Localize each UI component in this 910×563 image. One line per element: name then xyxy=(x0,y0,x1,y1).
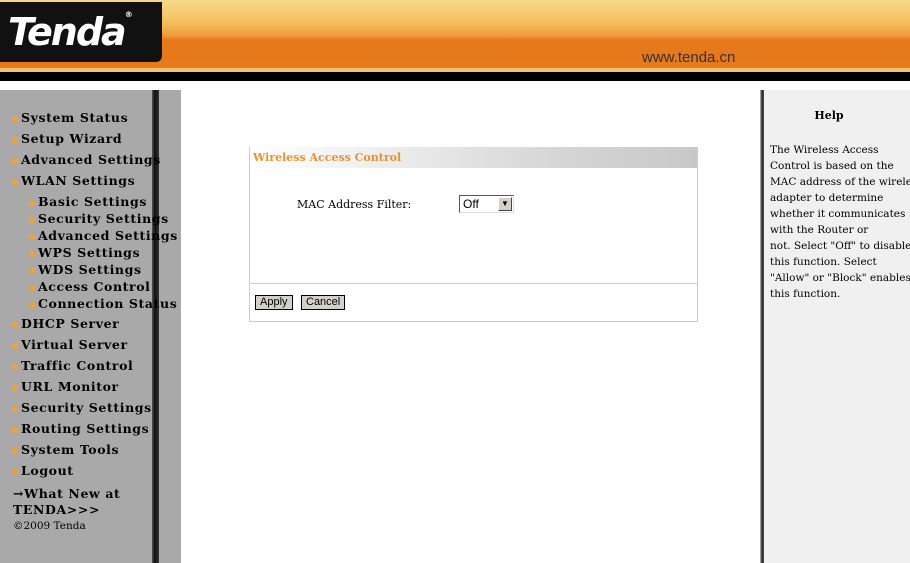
nav-label[interactable]: Connection Status xyxy=(38,296,177,311)
bullet-icon xyxy=(12,405,18,412)
panel-title: Wireless Access Control xyxy=(250,147,697,168)
bullet-icon xyxy=(12,363,18,370)
nav-label[interactable]: WDS Settings xyxy=(38,262,142,277)
nav-label[interactable]: WLAN Settings xyxy=(21,173,135,188)
bullet-icon xyxy=(29,250,35,257)
bullet-icon xyxy=(12,157,18,164)
sidebar-item-security-settings[interactable]: Security Settings xyxy=(12,400,152,415)
bullet-icon xyxy=(12,426,18,433)
website-url: www.tenda.cn xyxy=(642,49,736,66)
help-line: Control is based on the xyxy=(770,160,894,172)
bullet-icon xyxy=(29,233,35,240)
help-panel: Help The Wireless Access Control is based… xyxy=(764,90,910,563)
nav-label[interactable]: Security Settings xyxy=(21,400,152,415)
nav-label[interactable]: WPS Settings xyxy=(38,245,140,260)
sidebar-subitem-advanced-settings[interactable]: Advanced Settings xyxy=(29,228,178,243)
logo-text: Tenda xyxy=(8,10,127,54)
wireless-access-control-panel: Wireless Access Control MAC Address Filt… xyxy=(249,147,698,322)
bullet-icon xyxy=(12,384,18,391)
bullet-icon xyxy=(12,136,18,143)
sidebar-item-logout[interactable]: Logout xyxy=(12,463,74,478)
sidebar-subitem-basic-settings[interactable]: Basic Settings xyxy=(29,194,147,209)
help-line: this function. xyxy=(770,288,841,300)
help-line: with the Router or xyxy=(770,224,869,236)
apply-button[interactable]: Apply xyxy=(255,295,293,310)
mac-filter-value: Off xyxy=(463,197,479,211)
sidebar-gap xyxy=(159,90,181,563)
sidebar-item-traffic-control[interactable]: Traffic Control xyxy=(12,358,133,373)
bullet-icon xyxy=(29,301,35,308)
help-line: whether it communicates xyxy=(770,208,906,220)
mac-filter-label: MAC Address Filter: xyxy=(297,198,412,211)
sidebar-item-wlan-settings[interactable]: WLAN Settings xyxy=(12,173,135,188)
bullet-icon xyxy=(29,284,35,291)
bullet-icon xyxy=(12,468,18,475)
nav-label[interactable]: URL Monitor xyxy=(21,379,119,394)
what-new-link[interactable]: →What New at TENDA>>> xyxy=(13,486,120,518)
chevron-down-icon[interactable]: ▼ xyxy=(498,197,512,211)
sidebar-item-setup-wizard[interactable]: Setup Wizard xyxy=(12,131,122,146)
bullet-icon xyxy=(29,267,35,274)
nav-label[interactable]: Advanced Settings xyxy=(21,152,161,167)
header-divider xyxy=(0,72,910,81)
sidebar-subitem-wds-settings[interactable]: WDS Settings xyxy=(29,262,142,277)
nav-label[interactable]: Virtual Server xyxy=(21,337,128,352)
help-line: this function. Select xyxy=(770,256,877,268)
sidebar-item-dhcp-server[interactable]: DHCP Server xyxy=(12,316,119,331)
nav-label[interactable]: Logout xyxy=(21,463,74,478)
divider xyxy=(250,283,697,284)
sidebar-subitem-wps-settings[interactable]: WPS Settings xyxy=(29,245,140,260)
help-line: adapter to determine xyxy=(770,192,884,204)
cancel-button[interactable]: Cancel xyxy=(301,295,346,310)
copyright: ©2009 Tenda xyxy=(13,520,86,532)
bullet-icon xyxy=(12,321,18,328)
nav-label[interactable]: Setup Wizard xyxy=(21,131,122,146)
nav-label[interactable]: System Tools xyxy=(21,442,119,457)
nav-label[interactable]: Security Settings xyxy=(38,211,169,226)
sidebar-subitem-security-settings[interactable]: Security Settings xyxy=(29,211,169,226)
what-new-text[interactable]: →What New at xyxy=(13,486,120,502)
sidebar-item-system-status[interactable]: System Status xyxy=(12,110,128,125)
nav-label[interactable]: System Status xyxy=(21,110,128,125)
sidebar-subitem-connection-status[interactable]: Connection Status xyxy=(29,296,177,311)
sidebar-subitem-access-control[interactable]: Access Control xyxy=(29,279,151,294)
help-line: "Allow" or "Block" enables xyxy=(770,272,910,284)
mac-filter-select[interactable]: Off ▼ xyxy=(459,195,514,213)
nav-label[interactable]: Routing Settings xyxy=(21,421,149,436)
sidebar-item-virtual-server[interactable]: Virtual Server xyxy=(12,337,128,352)
bullet-icon xyxy=(12,447,18,454)
nav-label[interactable]: DHCP Server xyxy=(21,316,119,331)
help-line: The Wireless Access xyxy=(770,144,879,156)
bullet-icon xyxy=(12,342,18,349)
nav-label[interactable]: Traffic Control xyxy=(21,358,133,373)
what-new-text-2[interactable]: TENDA>>> xyxy=(13,502,120,518)
help-title: Help xyxy=(814,109,844,122)
bullet-icon xyxy=(29,199,35,206)
sidebar-item-routing-settings[interactable]: Routing Settings xyxy=(12,421,149,436)
bullet-icon xyxy=(12,115,18,122)
nav-label[interactable]: Advanced Settings xyxy=(38,228,178,243)
nav-label[interactable]: Access Control xyxy=(38,279,151,294)
tenda-logo: Tenda® xyxy=(0,2,162,62)
help-text: The Wireless Access Control is based on t… xyxy=(770,142,910,302)
bullet-icon xyxy=(12,178,18,185)
sidebar-item-advanced-settings[interactable]: Advanced Settings xyxy=(12,152,161,167)
header-banner: Tenda® www.tenda.cn xyxy=(0,0,910,72)
sidebar-item-url-monitor[interactable]: URL Monitor xyxy=(12,379,119,394)
help-line: MAC address of the wireless xyxy=(770,176,910,188)
sidebar-item-system-tools[interactable]: System Tools xyxy=(12,442,119,457)
bullet-icon xyxy=(29,216,35,223)
nav-label[interactable]: Basic Settings xyxy=(38,194,147,209)
help-line: not. Select "Off" to disable xyxy=(770,240,910,252)
